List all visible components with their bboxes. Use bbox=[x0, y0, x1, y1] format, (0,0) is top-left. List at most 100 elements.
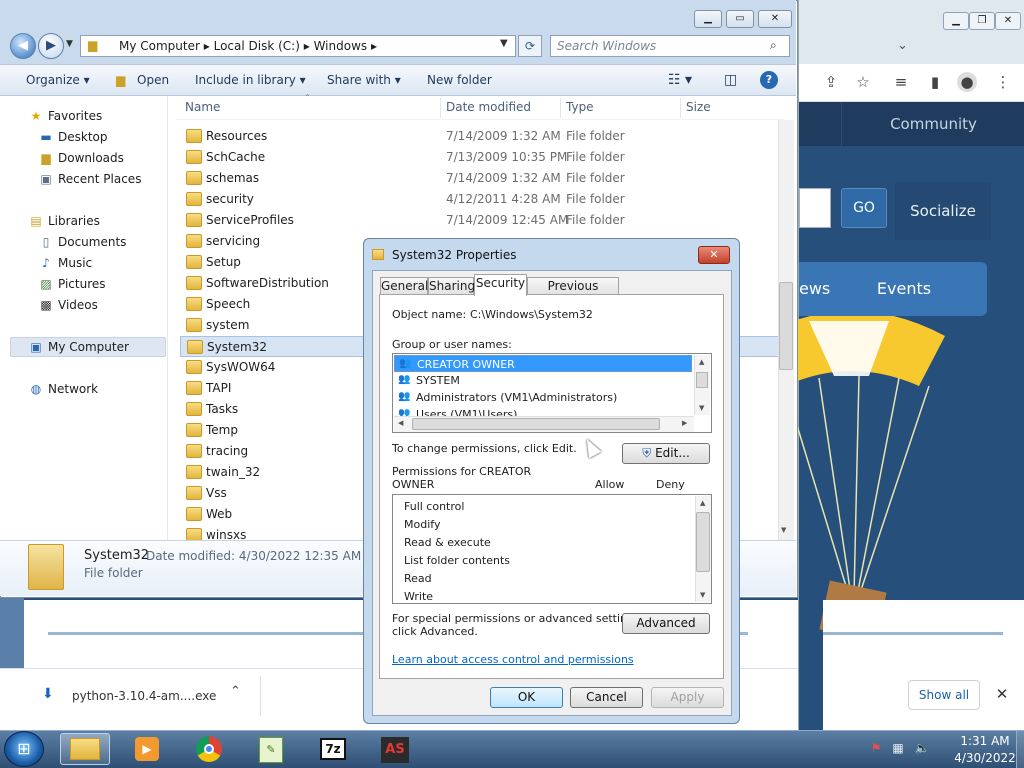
go-button[interactable]: GO bbox=[841, 188, 887, 228]
show-desktop-button[interactable] bbox=[1016, 731, 1024, 768]
user-item-creator-owner[interactable]: 👥 CREATOR OWNER bbox=[394, 355, 692, 372]
column-divider[interactable] bbox=[680, 98, 681, 118]
share-icon[interactable]: ⇪ bbox=[821, 72, 841, 92]
maximize-button[interactable]: ▭ bbox=[726, 10, 754, 28]
nav-music[interactable]: ♪ Music bbox=[38, 253, 92, 273]
nav-videos[interactable]: ▩ Videos bbox=[38, 295, 98, 315]
tab-sharing[interactable]: Sharing bbox=[428, 277, 475, 295]
scrollbar-thumb[interactable] bbox=[696, 372, 708, 388]
nav-my-computer[interactable]: ▣ My Computer bbox=[28, 337, 129, 357]
search-input[interactable]: Search Windows bbox=[550, 35, 790, 57]
include-in-library-button[interactable]: Include in library ▾ bbox=[195, 64, 306, 96]
tab-general[interactable]: General bbox=[380, 277, 428, 295]
address-dropdown-icon[interactable]: ▼ bbox=[500, 38, 508, 49]
file-row[interactable]: security 4/12/2011 4:28 AM File folder bbox=[180, 189, 780, 210]
nav-libraries[interactable]: ▤ Libraries bbox=[28, 211, 100, 231]
column-size[interactable]: Size bbox=[686, 100, 711, 114]
back-button[interactable]: ◀ bbox=[10, 33, 36, 59]
nav-news[interactable]: ews bbox=[799, 262, 833, 316]
file-row[interactable]: ServiceProfiles 7/14/2009 12:45 AM File fo… bbox=[180, 210, 780, 231]
file-row[interactable]: Resources 7/14/2009 1:32 AM File folder bbox=[180, 126, 780, 147]
nav-favorites[interactable]: ★ Favorites bbox=[28, 106, 103, 126]
view-options-icon[interactable]: ☷ ▾ bbox=[668, 64, 692, 96]
refresh-icon[interactable]: ⟳ bbox=[518, 35, 542, 57]
breadcrumb-separator-icon[interactable]: ▸ bbox=[204, 39, 214, 53]
scroll-up-arrow-icon[interactable]: ▲ bbox=[699, 358, 704, 366]
show-all-button[interactable]: Show all bbox=[908, 680, 980, 710]
action-center-icon[interactable]: ⚑ bbox=[868, 740, 884, 756]
menu-icon[interactable]: ⋮ bbox=[993, 72, 1013, 92]
close-button[interactable]: ✕ bbox=[758, 10, 792, 28]
explorer-taskbar-icon[interactable] bbox=[60, 733, 110, 765]
playlist-icon[interactable]: ≡ bbox=[891, 72, 911, 92]
clock-time[interactable]: 1:31 AM bbox=[950, 734, 1020, 748]
apply-button[interactable]: Apply bbox=[651, 687, 724, 708]
breadcrumb-separator-icon[interactable]: ▸ bbox=[371, 39, 377, 53]
breadcrumb-local-disk[interactable]: Local Disk (C:) bbox=[214, 39, 300, 53]
column-divider[interactable] bbox=[560, 98, 561, 118]
minimize-button[interactable]: ▁ bbox=[694, 10, 722, 28]
clock-date[interactable]: 4/30/2022 bbox=[950, 751, 1020, 765]
column-date-modified[interactable]: Date modified bbox=[446, 100, 531, 114]
scroll-down-arrow-icon[interactable]: ▼ bbox=[700, 591, 705, 599]
column-divider[interactable] bbox=[440, 98, 441, 118]
browser-minimize-button[interactable]: ▁ bbox=[943, 12, 969, 30]
start-button[interactable]: ⊞ bbox=[4, 731, 44, 767]
preview-pane-icon[interactable]: ◫ bbox=[724, 64, 737, 96]
nav-community[interactable]: Community bbox=[841, 102, 1024, 146]
tab-previous-versions[interactable]: Previous Versions bbox=[527, 277, 619, 310]
volume-icon[interactable]: 🔈 bbox=[914, 740, 930, 756]
user-item-users[interactable]: 👥 Users (VM1\Users) bbox=[394, 406, 692, 416]
breadcrumb-separator-icon[interactable]: ▸ bbox=[304, 39, 314, 53]
cancel-button[interactable]: Cancel bbox=[570, 687, 643, 708]
dialog-close-button[interactable]: ✕ bbox=[698, 246, 730, 264]
nav-events[interactable]: Events bbox=[859, 262, 949, 316]
user-item-administrators[interactable]: 👥 Administrators (VM1\Administrators) bbox=[394, 389, 692, 406]
scroll-up-arrow-icon[interactable]: ▲ bbox=[700, 499, 705, 507]
chrome-taskbar-icon[interactable] bbox=[184, 733, 234, 765]
ok-button[interactable]: OK bbox=[490, 687, 563, 708]
download-filename[interactable]: python-3.10.4-am....exe bbox=[72, 689, 216, 703]
scrollbar-thumb[interactable] bbox=[696, 512, 710, 572]
column-name[interactable]: Name bbox=[185, 100, 220, 114]
tab-security[interactable]: Security bbox=[474, 274, 527, 296]
scrollbar-thumb[interactable] bbox=[412, 418, 660, 430]
network-tray-icon[interactable]: ▦ bbox=[890, 740, 906, 756]
recent-pages-chevron-icon[interactable]: ▼ bbox=[66, 39, 73, 49]
scroll-down-arrow-icon[interactable]: ▼ bbox=[781, 526, 786, 534]
nav-pictures[interactable]: ▨ Pictures bbox=[38, 274, 105, 294]
file-row[interactable]: SchCache 7/13/2009 10:35 PM File folder bbox=[180, 147, 780, 168]
breadcrumb-my-computer[interactable]: My Computer bbox=[119, 39, 200, 53]
scroll-right-arrow-icon[interactable]: ▶ bbox=[682, 419, 687, 427]
chevron-up-icon[interactable]: ⌃ bbox=[230, 684, 241, 699]
file-row[interactable]: schemas 7/14/2009 1:32 AM File folder bbox=[180, 168, 780, 189]
advanced-button[interactable]: Advanced bbox=[622, 613, 710, 634]
nav-socialize[interactable]: Socialize bbox=[895, 182, 991, 240]
search-icon[interactable]: ⌕ bbox=[770, 38, 777, 53]
column-type[interactable]: Type bbox=[566, 100, 594, 114]
open-button[interactable]: Open bbox=[137, 64, 169, 96]
new-folder-button[interactable]: New folder bbox=[427, 64, 492, 96]
scroll-left-arrow-icon[interactable]: ◀ bbox=[398, 419, 403, 427]
browser-close-button[interactable]: ✕ bbox=[995, 12, 1021, 30]
learn-access-control-link[interactable]: Learn about access control and permissio… bbox=[392, 653, 634, 666]
chevron-down-icon[interactable]: ⌄ bbox=[897, 38, 908, 53]
close-icon[interactable]: ✕ bbox=[992, 684, 1012, 704]
as-app-taskbar-icon[interactable]: AS bbox=[370, 733, 420, 765]
scrollbar-thumb[interactable] bbox=[779, 282, 793, 370]
breadcrumb-windows[interactable]: Windows bbox=[314, 39, 368, 53]
user-item-system[interactable]: 👥 SYSTEM bbox=[394, 372, 692, 389]
share-with-button[interactable]: Share with ▾ bbox=[327, 64, 401, 96]
browser-restore-button[interactable]: ❐ bbox=[969, 12, 995, 30]
sidepanel-icon[interactable]: ▮ bbox=[925, 72, 945, 92]
organize-button[interactable]: Organize ▾ bbox=[26, 64, 90, 96]
address-bar[interactable]: My Computer ▸ Local Disk (C:) ▸ Windows … bbox=[80, 35, 516, 57]
nav-documents[interactable]: ▯ Documents bbox=[38, 232, 127, 252]
nav-network[interactable]: ◍ Network bbox=[28, 379, 98, 399]
site-search-input[interactable] bbox=[799, 188, 831, 228]
star-icon[interactable]: ☆ bbox=[853, 72, 873, 92]
forward-button[interactable]: ▶ bbox=[38, 33, 64, 59]
media-player-taskbar-icon[interactable]: ▶ bbox=[122, 733, 172, 765]
nav-downloads[interactable]: ▆ Downloads bbox=[38, 148, 124, 168]
notepad-plus-taskbar-icon[interactable]: ✎ bbox=[246, 733, 296, 765]
